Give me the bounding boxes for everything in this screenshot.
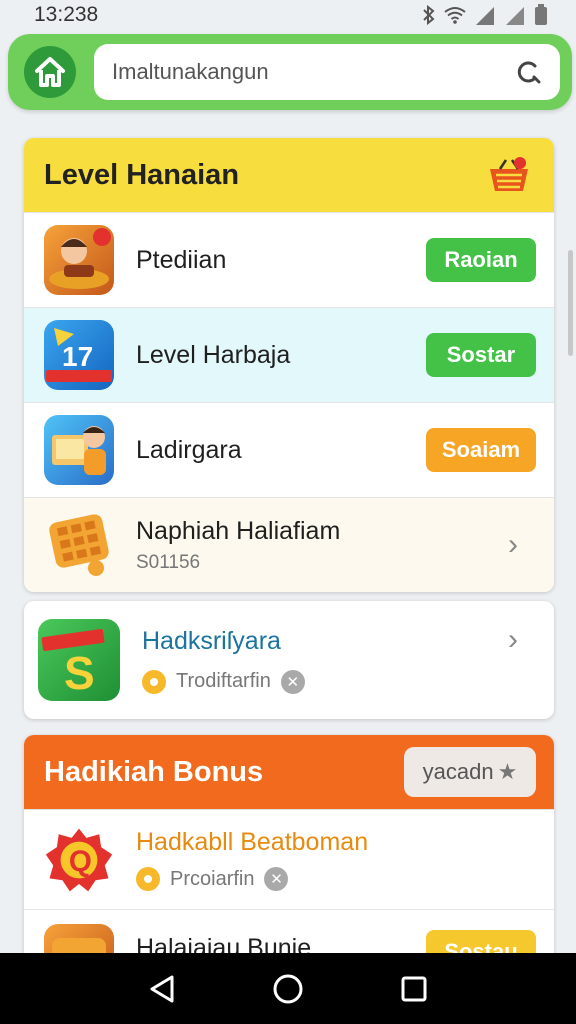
list-item-text: Naphiah Haliafiam S01156 <box>136 517 508 574</box>
recents-icon[interactable] <box>400 975 428 1003</box>
list-item-title: Hadkabll Beatboman <box>136 828 369 856</box>
action-button[interactable]: Raoian <box>426 238 536 282</box>
list-item[interactable]: Ptediian Raoian <box>24 212 554 307</box>
slot-coin-icon: S <box>41 629 105 699</box>
list-item-title: Ptediian <box>136 245 227 274</box>
action-button[interactable]: Sostau <box>426 930 536 955</box>
calendar-game-icon: 17 <box>46 328 112 382</box>
bonus-header-button-label: yacadn <box>422 759 494 784</box>
game-thumbnail <box>44 924 114 955</box>
section-title: Hadikiah Bonus <box>44 755 264 788</box>
home-button[interactable] <box>24 46 76 98</box>
home-nav-icon[interactable] <box>272 973 304 1005</box>
list-item-meta: Prcoiarfin ✕ <box>136 867 536 891</box>
game-thumbnail: S <box>38 619 120 701</box>
section-header: Level Hanaian <box>24 138 554 212</box>
section-header: Hadikiah Bonus yacadn ★ <box>24 735 554 809</box>
section-bonus: Hadikiah Bonus yacadn ★ Q Hadkabll Beatb… <box>24 735 554 955</box>
lucky-badge-icon: Q <box>45 828 113 891</box>
navigation-bar <box>0 953 576 1024</box>
search-input[interactable] <box>112 59 514 85</box>
search-bar[interactable] <box>94 44 560 100</box>
back-icon[interactable] <box>148 974 176 1004</box>
list-item-text: Ptediian <box>136 246 426 275</box>
bluetooth-icon <box>423 5 435 25</box>
action-button[interactable]: Sostar <box>426 333 536 377</box>
game-thumbnail <box>44 225 114 295</box>
list-item-text: Hadkabll Beatboman Prcoiarfin ✕ <box>136 828 536 891</box>
game-thumbnail: Q <box>44 825 114 895</box>
list-item-title: Level Harbaja <box>136 340 291 369</box>
svg-text:17: 17 <box>62 341 93 372</box>
status-icons <box>422 4 548 26</box>
action-button[interactable]: Soaiam <box>426 428 536 472</box>
chevron-right-icon[interactable]: › <box>508 623 518 657</box>
featured-text: Hadksriſyara Trodiftarfin ✕ <box>142 627 508 694</box>
coin-icon <box>142 669 166 694</box>
wifi-icon <box>444 7 466 24</box>
game-thumbnail: 17 <box>44 320 114 390</box>
svg-text:Q: Q <box>69 845 92 878</box>
waffle-board-icon <box>49 514 109 576</box>
list-item-text: Level Harbaja <box>136 341 426 370</box>
featured-title: Hadksriſyara <box>142 626 281 655</box>
signal-icon-2 <box>506 7 524 25</box>
signal-icon <box>476 7 494 25</box>
status-bar: 13:238 <box>0 0 576 30</box>
game-thumbnail <box>44 510 114 580</box>
list-item-title: Naphiah Haliafiam <box>136 516 341 545</box>
close-icon[interactable]: ✕ <box>280 669 305 694</box>
list-item-text: Ladirgara <box>136 436 426 465</box>
game-thumbnail <box>44 415 114 485</box>
chef-avatar-icon <box>49 228 111 289</box>
list-item[interactable]: 17 Level Harbaja Sostar <box>24 307 554 402</box>
list-item[interactable]: Naphiah Haliafiam S01156 › <box>24 497 554 592</box>
list-item-subtitle: S01156 <box>136 551 201 573</box>
battery-icon <box>535 4 547 25</box>
svg-text:S: S <box>64 647 95 699</box>
chevron-right-icon[interactable]: › <box>508 528 518 562</box>
section-level: Level Hanaian Ptediian Raoian 17 Level H… <box>24 138 554 592</box>
bonus-header-button[interactable]: yacadn ★ <box>404 747 536 797</box>
featured-game-card[interactable]: S Hadksriſyara Trodiftarfin ✕ › <box>24 601 554 719</box>
list-item[interactable]: Q Hadkabll Beatboman Prcoiarfin ✕ <box>24 809 554 909</box>
home-icon <box>35 57 65 87</box>
search-icon[interactable] <box>514 58 542 86</box>
list-item-title: Halaiaiau Bunie <box>136 934 312 955</box>
featured-meta: Trodiftarfin ✕ <box>142 669 508 694</box>
scrollbar[interactable] <box>568 250 573 356</box>
gamer-avatar-icon <box>52 426 106 475</box>
section-title: Level Hanaian <box>44 158 240 191</box>
top-header <box>8 34 572 110</box>
treasure-icon <box>52 938 106 955</box>
list-item[interactable]: Halaiaiau Bunie Sostau <box>24 909 554 955</box>
close-icon[interactable]: ✕ <box>264 867 289 891</box>
list-item[interactable]: Ladirgara Soaiam <box>24 402 554 497</box>
list-item-meta-text: Prcoiarfin <box>170 867 255 890</box>
star-icon: ★ <box>497 759 518 784</box>
list-item-text: Halaiaiau Bunie <box>136 924 426 955</box>
status-time: 13:238 <box>34 3 99 26</box>
list-item-title: Ladirgara <box>136 435 242 464</box>
featured-meta-text: Trodiftarfin <box>176 670 271 692</box>
basket-icon[interactable] <box>486 155 532 195</box>
coin-icon <box>136 867 160 891</box>
